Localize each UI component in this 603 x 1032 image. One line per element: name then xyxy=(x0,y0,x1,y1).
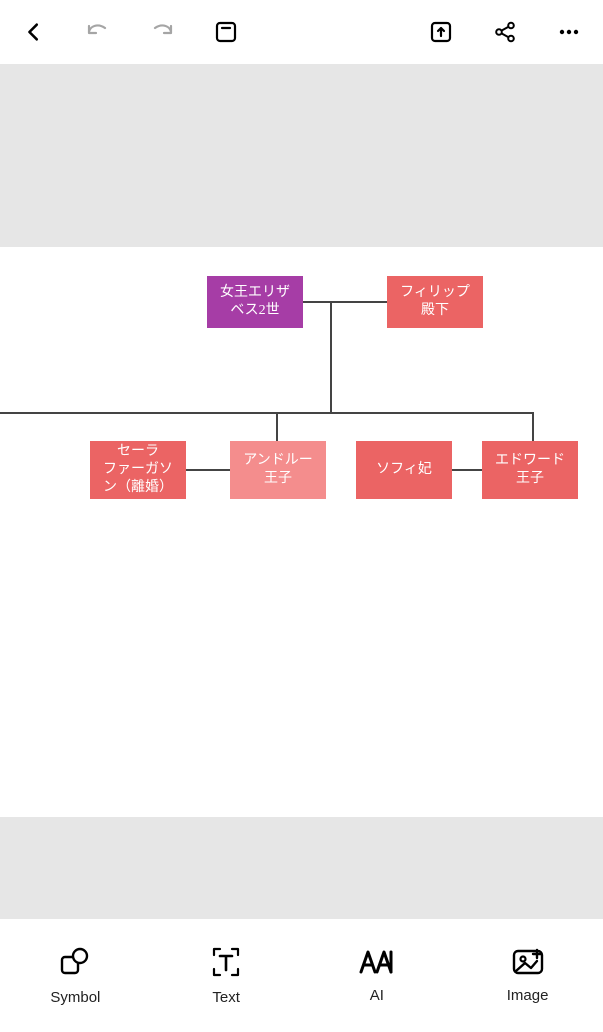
connector xyxy=(532,412,534,441)
bottom-toolbar: Symbol Text AI Image xyxy=(0,919,603,1032)
diagram-canvas[interactable]: 女王エリザ ベス2世 フィリップ 殿下 セーラ ファーガソ ン（離婚） アンドル… xyxy=(0,247,603,791)
text-tool[interactable]: Text xyxy=(151,919,302,1032)
image-tool[interactable]: Image xyxy=(452,919,603,1032)
node-prince-philip[interactable]: フィリップ 殿下 xyxy=(387,276,483,328)
ai-icon xyxy=(358,947,396,977)
ai-tool[interactable]: AI xyxy=(302,919,453,1032)
share-button[interactable] xyxy=(491,18,519,46)
node-queen-elizabeth[interactable]: 女王エリザ ベス2世 xyxy=(207,276,303,328)
connector xyxy=(330,301,332,414)
top-toolbar xyxy=(0,0,603,64)
canvas-background-top xyxy=(0,64,603,247)
chevron-left-icon xyxy=(23,21,45,43)
connector xyxy=(452,469,482,471)
toolbar-left-group xyxy=(20,18,240,46)
node-sophie[interactable]: ソフィ妃 xyxy=(356,441,452,499)
connector xyxy=(302,301,387,303)
share-icon xyxy=(493,20,517,44)
save-button[interactable] xyxy=(212,18,240,46)
text-label: Text xyxy=(212,989,240,1006)
symbol-label: Symbol xyxy=(50,989,100,1006)
connector xyxy=(186,469,230,471)
back-button[interactable] xyxy=(20,18,48,46)
canvas-background-bottom xyxy=(0,817,603,919)
node-prince-andrew[interactable]: アンドルー 王子 xyxy=(230,441,326,499)
more-icon xyxy=(557,20,581,44)
undo-button[interactable] xyxy=(84,18,112,46)
redo-icon xyxy=(149,20,175,44)
connector xyxy=(0,412,534,414)
export-button[interactable] xyxy=(427,18,455,46)
node-sarah-ferguson[interactable]: セーラ ファーガソ ン（離婚） xyxy=(90,441,186,499)
image-icon xyxy=(511,947,545,977)
text-icon xyxy=(209,945,243,979)
toolbar-right-group xyxy=(427,18,583,46)
family-tree: 女王エリザ ベス2世 フィリップ 殿下 セーラ ファーガソ ン（離婚） アンドル… xyxy=(0,247,603,791)
redo-button[interactable] xyxy=(148,18,176,46)
image-label: Image xyxy=(507,987,549,1004)
save-icon xyxy=(214,20,238,44)
ai-label: AI xyxy=(370,987,384,1004)
symbol-tool[interactable]: Symbol xyxy=(0,919,151,1032)
export-icon xyxy=(429,20,453,44)
symbol-icon xyxy=(58,945,92,979)
undo-icon xyxy=(85,20,111,44)
more-button[interactable] xyxy=(555,18,583,46)
node-prince-edward[interactable]: エドワード 王子 xyxy=(482,441,578,499)
connector xyxy=(276,412,278,441)
